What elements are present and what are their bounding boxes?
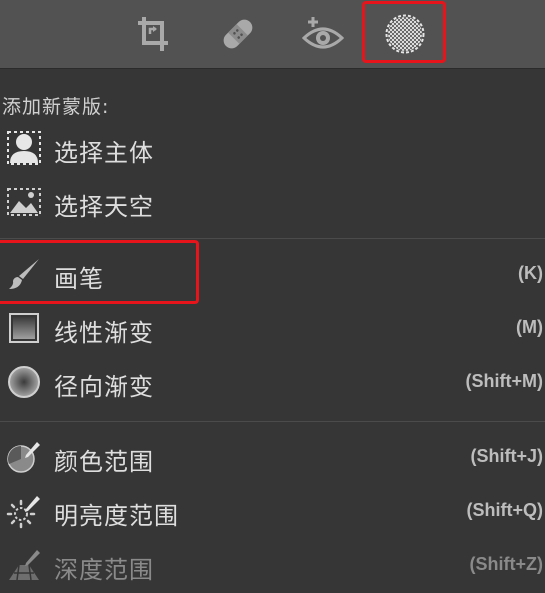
menu-item-select-subject[interactable]: 选择主体 [0,126,545,170]
menu-item-label: 颜色范围 [54,448,154,476]
select-sky-icon [7,188,41,216]
menu-item-select-sky[interactable]: 选择天空 [0,180,545,224]
divider [0,238,545,239]
select-subject-icon [7,131,41,165]
divider [0,421,545,422]
color-range-icon [7,442,40,473]
menu-item-label: 明亮度范围 [54,502,179,530]
crop-tool-button[interactable] [118,7,188,61]
menu-item-label: 线性渐变 [54,319,154,347]
depth-range-icon [9,550,40,581]
crop-icon [138,17,168,51]
add-new-mask-title: 添加新蒙版: [2,96,110,118]
shortcut-hint: (M) [516,317,543,337]
red-eye-icon [302,17,344,49]
radial-gradient-icon [8,366,40,398]
shortcut-hint: (Shift+M) [465,371,543,391]
healing-bandage-icon [223,19,253,49]
menu-item-luminance-range[interactable]: 明亮度范围 (Shift+Q) [0,489,545,533]
menu-item-depth-range: 深度范围 (Shift+Z) [0,543,545,587]
menu-item-radial-gradient[interactable]: 径向渐变 (Shift+M) [0,360,545,404]
shortcut-hint: (Shift+Q) [466,500,544,520]
luminance-range-icon [6,496,40,529]
menu-item-label: 径向渐变 [54,373,154,401]
menu-item-label: 选择天空 [54,193,154,221]
tool-strip [0,0,545,69]
menu-item-linear-gradient[interactable]: 线性渐变 (M) [0,306,545,350]
menu-item-label: 深度范围 [54,556,154,584]
menu-item-label: 选择主体 [54,139,154,167]
shortcut-hint: (Shift+J) [470,446,543,466]
red-eye-tool-button[interactable] [288,7,358,61]
shortcut-hint: (Shift+Z) [469,554,544,574]
brush-highlight [0,240,199,304]
masking-panel: 添加新蒙版: 选择主体 选择天空 画笔 (K) 线性渐变 (M) 径向渐变 (S… [0,0,545,593]
healing-tool-button[interactable] [203,7,273,61]
shortcut-hint: (K) [518,263,543,283]
masking-tool-highlight [362,1,446,63]
menu-item-color-range[interactable]: 颜色范围 (Shift+J) [0,435,545,479]
linear-gradient-icon [9,313,39,343]
